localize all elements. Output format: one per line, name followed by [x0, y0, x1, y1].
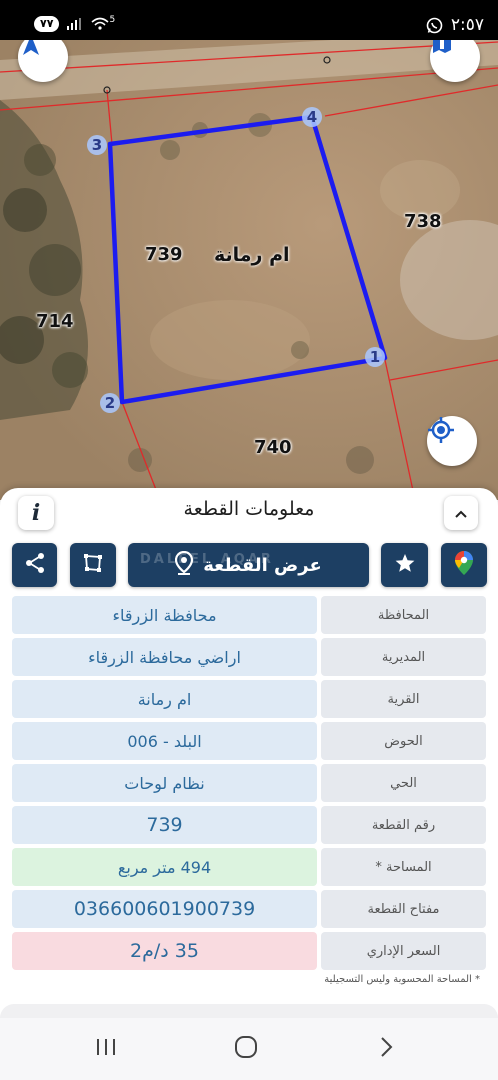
- share-button[interactable]: [12, 543, 57, 587]
- table-row: 036600601900739 مفتاح القطعة: [12, 890, 486, 928]
- parcel-info-panel: معلومات القطعة i عرض القطعة DALEEL AQAR: [0, 488, 498, 1018]
- status-right: ٢:٥٧: [426, 15, 484, 35]
- collapse-button[interactable]: [444, 496, 478, 530]
- area-footnote: * المساحة المحسوبة وليس التسجيلية: [324, 974, 480, 985]
- google-maps-button[interactable]: [441, 543, 487, 587]
- directorate-label: المديرية: [321, 638, 486, 676]
- parcel-number-south[interactable]: 740: [254, 437, 292, 458]
- chevron-up-icon: [454, 504, 468, 523]
- vertex-2: 2: [100, 393, 120, 413]
- satellite-map[interactable]: 739 738 714 740 ام رمانة 1 2 3 4: [0, 40, 498, 500]
- back-chevron-icon: [378, 1036, 394, 1062]
- share-icon: [24, 552, 46, 578]
- star-icon: [394, 552, 416, 578]
- signal-icon: [67, 18, 83, 30]
- whatsapp-icon: [426, 17, 443, 34]
- area-measure-button[interactable]: [70, 543, 116, 587]
- village-label-key: القرية: [321, 680, 486, 718]
- parcel-number-label: رقم القطعة: [321, 806, 486, 844]
- show-parcel-label: عرض القطعة: [203, 554, 322, 576]
- area-label: المساحة *: [321, 848, 486, 886]
- district-value: نظام لوحات: [12, 764, 317, 802]
- governorate-value: محافظة الزرقاء: [12, 596, 317, 634]
- panel-title: معلومات القطعة: [183, 498, 315, 520]
- district-label: الحي: [321, 764, 486, 802]
- table-row: ام رمانة القرية: [12, 680, 486, 718]
- table-row: 739 رقم القطعة: [12, 806, 486, 844]
- parcel-number-west[interactable]: 714: [36, 311, 74, 332]
- recent-apps-button[interactable]: [86, 1034, 126, 1064]
- village-label: ام رمانة: [214, 244, 290, 266]
- vertex-1: 1: [365, 347, 385, 367]
- basin-label: الحوض: [321, 722, 486, 760]
- area-measure-icon: [82, 552, 104, 578]
- admin-price-value: 35 د/م2: [12, 932, 317, 970]
- network-badge: 5: [109, 15, 116, 25]
- parcel-number-value: 739: [12, 806, 317, 844]
- status-left: ٧٧ 5: [34, 15, 116, 32]
- vertex-4: 4: [302, 107, 322, 127]
- recent-apps-icon: [95, 1037, 117, 1061]
- my-location-button[interactable]: [427, 416, 477, 466]
- wifi-icon: [91, 17, 109, 31]
- parcel-key-label: مفتاح القطعة: [321, 890, 486, 928]
- admin-price-label: السعر الإداري: [321, 932, 486, 970]
- table-row: نظام لوحات الحي: [12, 764, 486, 802]
- system-nav-bar: [0, 1018, 498, 1080]
- parcel-number-current[interactable]: 739: [145, 244, 183, 265]
- show-parcel-button[interactable]: عرض القطعة: [128, 543, 369, 587]
- map-canvas: [0, 40, 498, 500]
- table-row: محافظة الزرقاء المحافظة: [12, 596, 486, 634]
- parcel-number-east[interactable]: 738: [404, 211, 442, 232]
- table-row: 35 د/م2 السعر الإداري: [12, 932, 486, 970]
- village-value: ام رمانة: [12, 680, 317, 718]
- favorite-button[interactable]: [381, 543, 428, 587]
- basin-value: البلد - 006: [12, 722, 317, 760]
- info-button[interactable]: i: [18, 496, 54, 530]
- panel-header: معلومات القطعة i: [0, 488, 498, 536]
- home-icon: [234, 1035, 258, 1063]
- location-pin-icon: [175, 550, 194, 580]
- google-maps-icon: [454, 550, 474, 580]
- battery-indicator: ٧٧: [34, 16, 60, 32]
- table-row: البلد - 006 الحوض: [12, 722, 486, 760]
- area-value: 494 متر مربع: [12, 848, 317, 886]
- governorate-label: المحافظة: [321, 596, 486, 634]
- table-row: 494 متر مربع المساحة *: [12, 848, 486, 886]
- clock: ٢:٥٧: [450, 15, 484, 35]
- status-bar: ٧٧ 5 ٢:٥٧: [0, 0, 498, 40]
- back-button[interactable]: [366, 1034, 406, 1064]
- info-icon: i: [31, 500, 41, 526]
- home-button[interactable]: [226, 1034, 266, 1064]
- parcel-key-value: 036600601900739: [12, 890, 317, 928]
- vertex-3: 3: [87, 135, 107, 155]
- directorate-value: اراضي محافظة الزرقاء: [12, 638, 317, 676]
- table-row: اراضي محافظة الزرقاء المديرية: [12, 638, 486, 676]
